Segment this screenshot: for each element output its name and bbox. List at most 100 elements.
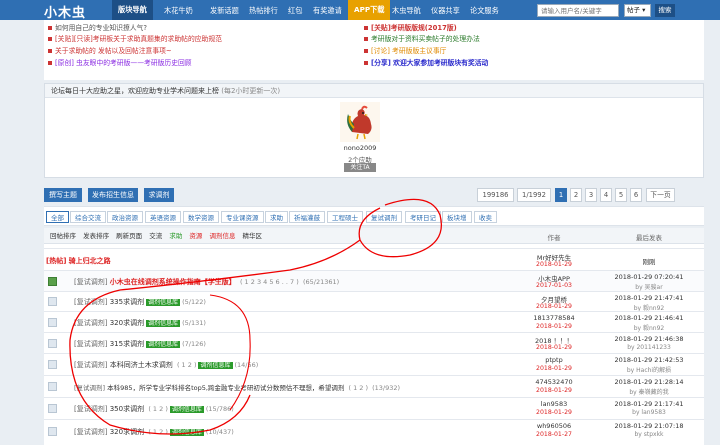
row-last-by[interactable]: by 毅nn92 (599, 323, 699, 332)
row-pages[interactable]: ( 1 2 ) (349, 384, 369, 392)
pager-page-3[interactable]: 3 (585, 188, 597, 202)
row-pages[interactable]: ( 1 2 ) (148, 428, 168, 436)
tab-pray[interactable]: 祈福灌鼓 (289, 211, 325, 223)
row-tag[interactable]: 调剂信息库 (169, 429, 204, 436)
row-title-text[interactable]: 335求调剂 (110, 298, 144, 306)
row-last-post[interactable]: 2018-01-29 21:46:41 (599, 314, 699, 322)
row-last-by[interactable]: by 秦嶺藏的我 (599, 387, 699, 396)
tab-board-add[interactable]: 板块增 (442, 211, 472, 223)
row-last-post[interactable]: 刚刚 (599, 256, 699, 266)
nav-item-invite[interactable]: 有奖邀请 (313, 6, 342, 16)
row-author[interactable]: 474532470 (522, 378, 586, 386)
follow-button[interactable]: 关注TA (344, 163, 376, 172)
announcement-item[interactable]: 如何用自己的专业知识撩人气? (48, 22, 147, 32)
help-star-username[interactable]: nono2009 (315, 144, 405, 152)
table-row[interactable]: [复试调剂] 本科同济土木求调剂 ( 1 2 ) 调剂信息库 (14/56) ptp… (44, 353, 704, 375)
nav-item-bug-nav[interactable]: 木虫导航 (392, 6, 421, 16)
row-pages[interactable]: ( 1 2 3 4 5 6 . . 7 ) (240, 278, 299, 286)
row-title-text[interactable]: 320求调剂 (110, 319, 144, 327)
nav-item-board-nav[interactable]: 版块导航 (112, 0, 153, 20)
table-row[interactable]: [复试调剂] 335求调剂 调剂信息库 (5/122) 夕月望桥 2018-01-2… (44, 291, 704, 312)
tab-trade[interactable]: 收卖 (474, 211, 497, 223)
search-scope-select[interactable]: 帖子 ▾ (624, 4, 651, 17)
nav-item-instrument[interactable]: 仪器共享 (431, 6, 460, 16)
table-row[interactable]: [复试调剂] 315求调剂 调剂信息库 (7/126) 2018 ！！！ 2018-… (44, 332, 704, 353)
row-last-by[interactable]: by 201141233 (599, 344, 699, 351)
announcement-item[interactable]: 关于求助帖的 发帖以及回帖注意事项~ (48, 45, 172, 55)
row-last-post[interactable]: 2018-01-29 07:20:41 (599, 273, 699, 281)
sort-by-post[interactable]: 发表排序 (83, 232, 109, 240)
tab-engineering[interactable]: 工程硕士 (327, 211, 363, 223)
table-row[interactable]: [复试调剂] 320求调剂 调剂信息库 (5/131) 1813778584 201… (44, 311, 704, 332)
sort-by-reply[interactable]: 回帖排序 (50, 232, 76, 240)
row-title[interactable]: [复试调剂] 本科同济土木求调剂 ( 1 2 ) 调剂信息库 (14/56) (74, 360, 258, 370)
tab-diary[interactable]: 考研日记 (405, 211, 441, 223)
row-title[interactable]: [热帖] 骑上归北之路 (46, 256, 111, 266)
row-last-by[interactable]: by 吴骏ar (599, 282, 699, 291)
search-input[interactable] (537, 4, 619, 17)
row-title[interactable]: [复试调剂] 320求调剂 调剂信息库 (5/131) (74, 318, 206, 328)
tab-general[interactable]: 综合交流 (70, 211, 106, 223)
row-tag[interactable]: 调剂信息库 (146, 341, 181, 348)
tab-math[interactable]: 数学资源 (183, 211, 219, 223)
table-row[interactable]: [复试调剂] 小木虫在线调剂系统操作指南【学生版】 ( 1 2 3 4 5 6 … (44, 270, 704, 291)
filter-help[interactable]: 求助 (169, 232, 182, 240)
row-title-text[interactable]: 315求调剂 (110, 340, 144, 348)
table-row[interactable]: [热帖] 骑上归北之路 Mr好好先生 2018-01-29 刚刚 (44, 248, 704, 270)
rooster-avatar-icon[interactable] (340, 102, 380, 142)
pager-page-6[interactable]: 6 (630, 188, 642, 202)
announcement-item[interactable]: [讨论] 考研版版主议事厅 (364, 45, 446, 55)
nav-item-redpacket[interactable]: 红包 (288, 6, 302, 16)
nav-item-paper-service[interactable]: 论文服务 (470, 6, 499, 16)
tab-all[interactable]: 全部 (46, 211, 69, 223)
row-title-text[interactable]: 小木虫在线调剂系统操作指南【学生版】 (110, 278, 236, 286)
row-author[interactable]: wh960506 (522, 422, 586, 430)
announcement-item[interactable]: [分享] 欢迎大家参加考研版块有奖活动 (364, 57, 488, 67)
ask-adjust-button[interactable]: 求调剂 (144, 188, 174, 202)
row-last-post[interactable]: 2018-01-29 21:07:18 (599, 422, 699, 430)
pager-page-5[interactable]: 5 (615, 188, 627, 202)
nav-item-hot-ranking[interactable]: 热帖排行 (249, 6, 278, 16)
row-last-post[interactable]: 2018-01-29 21:28:14 (599, 378, 699, 386)
row-pages[interactable]: ( 1 2 ) (148, 405, 168, 413)
table-row[interactable]: [复试调剂] 350求调剂 ( 1 2 ) 调剂信息库 (15/786) lan95… (44, 397, 704, 419)
row-last-by[interactable]: by stpxkk (599, 431, 699, 438)
row-author[interactable]: lan9583 (522, 400, 586, 408)
row-author[interactable]: 1813778584 (522, 314, 586, 322)
row-tag[interactable]: 调剂信息库 (146, 299, 181, 306)
pager-page-4[interactable]: 4 (600, 188, 612, 202)
table-row[interactable]: [复试调剂] 320求调剂 ( 1 2 ) 调剂信息库 (10/437) wh960… (44, 419, 704, 445)
search-button[interactable]: 搜索 (655, 4, 675, 17)
tab-major[interactable]: 专业课资源 (221, 211, 264, 223)
tab-retest-adjust[interactable]: 复试调剂 (366, 211, 402, 223)
filter-digest[interactable]: 精华区 (243, 232, 263, 240)
row-last-post[interactable]: 2018-01-29 21:42:53 (599, 356, 699, 364)
row-last-by[interactable]: by lan9583 (599, 409, 699, 416)
post-topic-button[interactable]: 撰写主题 (44, 188, 82, 202)
pager-position[interactable]: 1/1992 (517, 188, 551, 202)
row-last-by[interactable]: by Hachi的解损 (599, 365, 699, 374)
filter-adjust-info[interactable]: 调剂信息 (209, 232, 235, 240)
row-title-text[interactable]: 骑上归北之路 (69, 257, 111, 265)
row-title[interactable]: [复试调剂] 本科985，所学专业学科排名top5,跨金融专业考研初试分数预估不… (74, 382, 400, 392)
row-tag[interactable]: 调剂信息库 (198, 362, 233, 369)
nav-item-app-download[interactable]: APP下载 (348, 0, 391, 20)
row-title-text[interactable]: 320求调剂 (110, 428, 144, 436)
row-title[interactable]: [复试调剂] 320求调剂 ( 1 2 ) 调剂信息库 (10/437) (74, 427, 234, 437)
table-row[interactable]: [复试调剂] 本科985，所学专业学科排名top5,跨金融专业考研初试分数预估不… (44, 375, 704, 397)
post-recruit-button[interactable]: 发布招生信息 (88, 188, 138, 202)
row-title-text[interactable]: 本科985，所学专业学科排名top5,跨金融专业考研初试分数预估不理想，希望调剂 (107, 384, 344, 392)
row-last-post[interactable]: 2018-01-29 21:46:38 (599, 335, 699, 343)
row-last-post[interactable]: 2018-01-29 21:47:41 (599, 294, 699, 302)
announcement-item[interactable]: [关贴]考研版版规(2017版) (364, 22, 457, 32)
site-logo[interactable]: 小木虫 (44, 2, 86, 21)
row-tag[interactable]: 调剂信息库 (146, 320, 181, 327)
row-pages[interactable]: ( 1 2 ) (177, 361, 197, 369)
announcement-item[interactable]: 考研版对于资料买卖帖子的处理办法 (364, 33, 480, 43)
row-title[interactable]: [复试调剂] 335求调剂 调剂信息库 (5/122) (74, 297, 206, 307)
row-last-post[interactable]: 2018-01-29 21:17:41 (599, 400, 699, 408)
filter-resource[interactable]: 资源 (189, 232, 202, 240)
row-title[interactable]: [复试调剂] 315求调剂 调剂信息库 (7/126) (74, 339, 206, 349)
tab-politics[interactable]: 政治资源 (107, 211, 143, 223)
row-title-text[interactable]: 350求调剂 (110, 405, 144, 413)
